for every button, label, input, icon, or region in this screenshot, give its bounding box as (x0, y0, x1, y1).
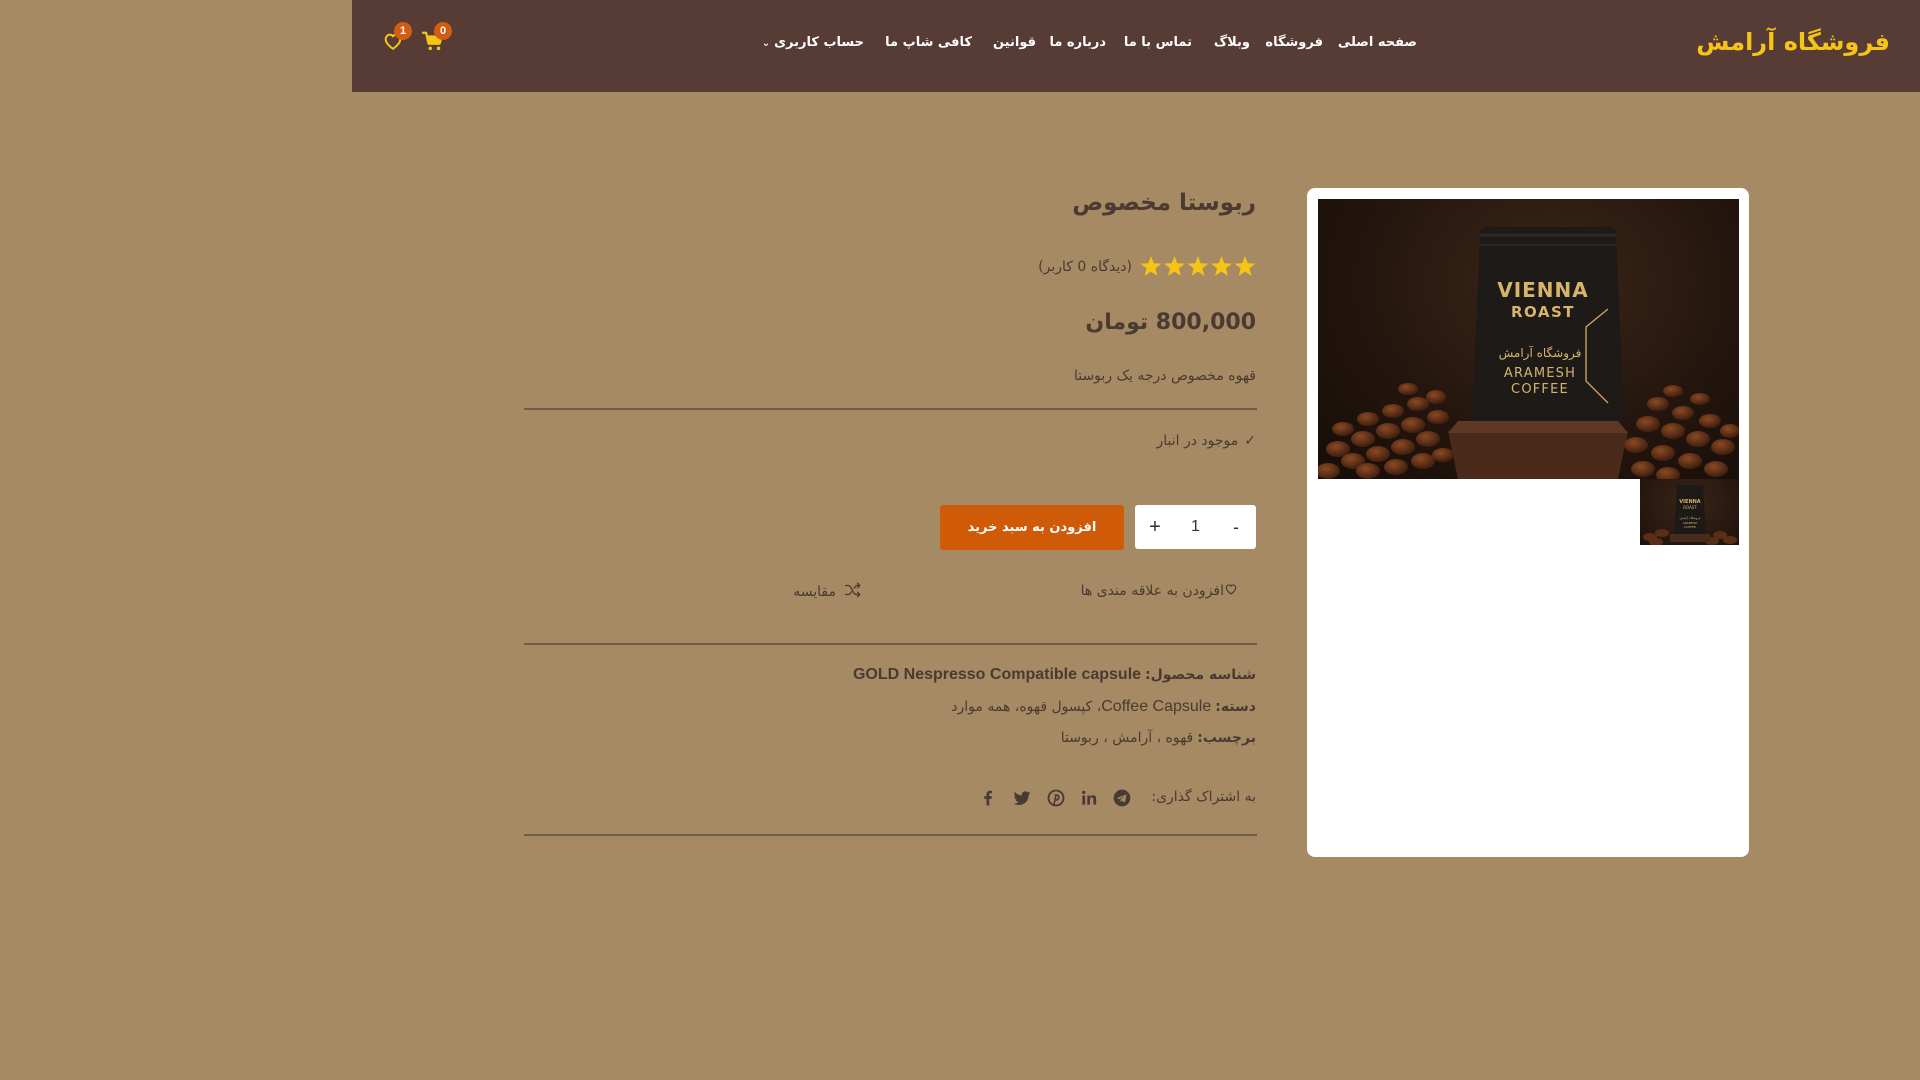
quantity-decrease-button[interactable]: - (1216, 505, 1256, 549)
stock-status-text: موجود در انبار (1156, 433, 1239, 449)
compare-label: مقایسه (793, 584, 836, 600)
wishlist-label: افزودن به علاقه مندی ها (1080, 583, 1224, 599)
bag-text-vienna: VIENNA (1497, 278, 1589, 302)
telegram-icon[interactable] (1112, 788, 1132, 808)
wishlist-button[interactable]: 1 (382, 22, 412, 52)
product-categories: دسته:Coffee Capsule، کپسول قهوه، همه موا… (951, 698, 1256, 716)
pinterest-icon[interactable] (1046, 788, 1066, 808)
tags-label: برچسب: (1197, 730, 1256, 746)
product-thumbnail[interactable]: VIENNA ROAST فروشگاه آرامش ARAMESH COFFE… (1640, 479, 1739, 545)
thumb-text-roast: ROAST (1683, 505, 1697, 510)
product-title: ربوستا مخصوص (1072, 190, 1256, 216)
nav-home[interactable]: صفحه اصلی (1338, 35, 1417, 50)
quantity-increase-button[interactable]: + (1135, 505, 1175, 549)
tag-links[interactable]: قهوه ، آرامش ، ربوستا (1061, 730, 1194, 746)
divider (524, 643, 1257, 645)
stock-status: ✓ موجود در انبار (1156, 433, 1256, 449)
product-gallery: VIENNA ROAST فروشگاه آرامش ARAMESH COFFE… (1307, 188, 1749, 857)
nav-blog[interactable]: وبلاگ (1214, 35, 1250, 50)
review-count-link[interactable]: (دیدگاه 0 کاربر) (1038, 259, 1132, 275)
nav-account-label: حساب کاربری (774, 35, 864, 50)
compare-link[interactable]: مقایسه (793, 582, 862, 602)
site-header: فروشگاه آرامش صفحه اصلی فروشگاه وبلاگ تم… (352, 0, 1920, 92)
twitter-icon[interactable] (1012, 788, 1032, 808)
nav-contact[interactable]: تماس با ما (1124, 35, 1192, 50)
star-icon (1234, 256, 1256, 276)
linkedin-icon[interactable] (1079, 788, 1099, 808)
star-icon (1140, 256, 1162, 276)
cart-button[interactable]: 0 (422, 22, 452, 52)
thumb-text-coffee: COFFEE (1684, 525, 1696, 529)
category-links-fa[interactable]: ، کپسول قهوه، همه موارد (951, 699, 1101, 715)
check-icon: ✓ (1244, 433, 1256, 449)
product-main-image[interactable]: VIENNA ROAST فروشگاه آرامش ARAMESH COFFE… (1318, 199, 1739, 479)
cart-count-badge: 0 (434, 22, 452, 40)
bag-text-roast: ROAST (1511, 303, 1575, 321)
sku-label: شناسه محصول: (1145, 667, 1256, 683)
category-label: دسته: (1215, 699, 1256, 715)
nav-cafe[interactable]: کافی شاپ ما (885, 35, 972, 50)
nav-account[interactable]: حساب کاربری⌄ (762, 35, 864, 50)
heart-outline-icon (1224, 582, 1238, 600)
facebook-icon[interactable] (978, 788, 998, 808)
shuffle-icon (844, 582, 862, 602)
nav-about[interactable]: درباره ما (1049, 35, 1106, 50)
nav-rules[interactable]: قوانین (993, 35, 1036, 50)
nav-shop[interactable]: فروشگاه (1265, 35, 1323, 50)
divider (524, 834, 1257, 836)
category-link-coffee-capsule[interactable]: Coffee Capsule (1101, 698, 1211, 715)
product-sku: شناسه محصول:GOLD Nespresso Compatible ca… (853, 666, 1256, 684)
bag-text-persian: فروشگاه آرامش (1499, 345, 1582, 361)
chevron-down-icon: ⌄ (761, 38, 771, 49)
quantity-input[interactable]: 1 (1175, 505, 1216, 549)
share-label: به اشتراک گذاری: (1151, 789, 1256, 805)
add-to-wishlist-link[interactable]: افزودن به علاقه مندی ها (1081, 582, 1238, 600)
star-icons (1140, 256, 1256, 276)
star-icon (1187, 256, 1209, 276)
wishlist-count-badge: 1 (394, 22, 412, 40)
divider (524, 408, 1257, 410)
coffee-bag-illustration: VIENNA ROAST فروشگاه آرامش ARAMESH COFFE… (1318, 227, 1739, 479)
thumb-text-persian: فروشگاه آرامش (1680, 516, 1701, 520)
product-short-description: قهوه مخصوص درجه یک ربوستا (1073, 368, 1256, 384)
bag-text-coffee: COFFEE (1511, 382, 1569, 397)
site-logo[interactable]: فروشگاه آرامش (1696, 28, 1890, 56)
thumbnail-illustration: VIENNA ROAST فروشگاه آرامش ARAMESH COFFE… (1643, 485, 1737, 545)
bag-text-aramesh: ARAMESH (1504, 366, 1576, 381)
quantity-stepper: - 1 + (1135, 505, 1256, 549)
product-tags: برچسب:قهوه ، آرامش ، ربوستا (1061, 730, 1256, 746)
star-icon (1164, 256, 1185, 276)
product-price: 800,000 تومان (1085, 310, 1256, 335)
sku-value: GOLD Nespresso Compatible capsule (852, 666, 1142, 683)
star-icon (1211, 256, 1232, 276)
add-to-cart-button[interactable]: افزودن به سبد خرید (940, 505, 1124, 550)
rating-stars (1140, 254, 1256, 280)
